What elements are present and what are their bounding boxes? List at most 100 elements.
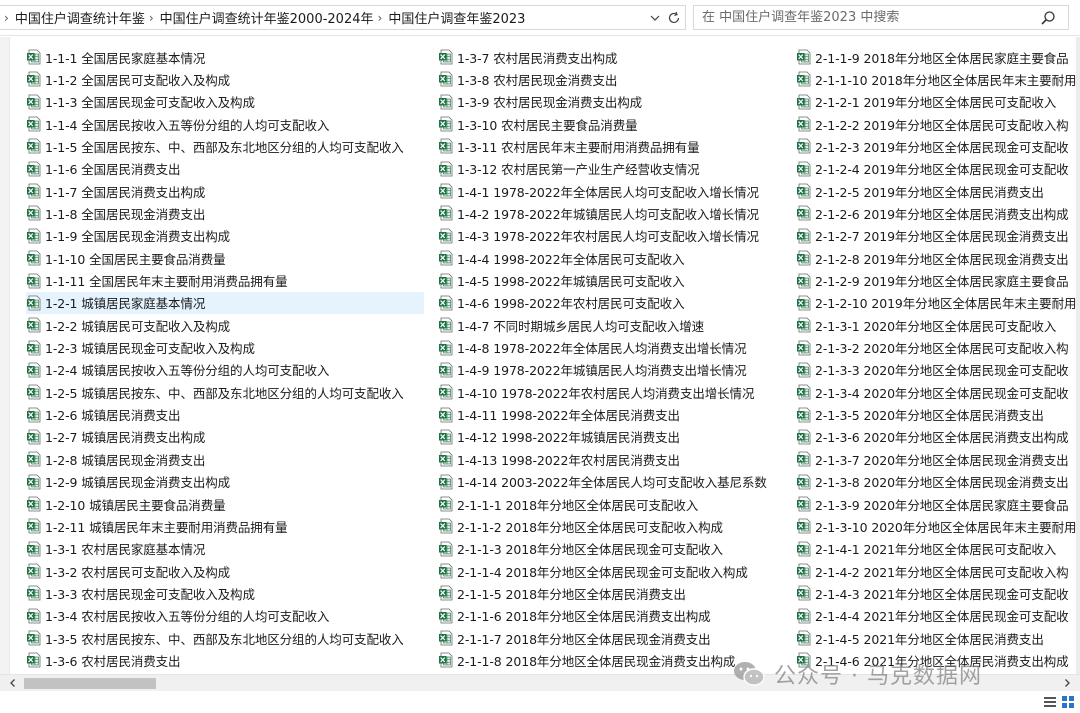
file-item[interactable]: 2-1-3-1 2020年分地区全体居民可支配收入 (796, 314, 1056, 336)
refresh-icon[interactable] (665, 9, 683, 27)
file-item[interactable]: 2-1-2-7 2019年分地区全体居民现金消费支出 (796, 225, 1069, 247)
file-item[interactable]: 1-1-1 全国居民家庭基本情况 (26, 46, 205, 68)
file-item[interactable]: 2-1-4-2 2021年分地区全体居民可支配收入构 (796, 560, 1069, 582)
address-bar[interactable]: › 中国住户调查统计年鉴 › 中国住户调查统计年鉴2000-2024年 › 中国… (0, 5, 686, 30)
file-item[interactable]: 1-2-10 城镇居民主要食品消费量 (26, 493, 226, 515)
file-item[interactable]: 2-1-3-5 2020年分地区全体居民消费支出 (796, 404, 1044, 426)
file-name: 1-3-6 农村居民消费支出 (45, 653, 181, 669)
file-item[interactable]: 1-1-4 全国居民按收入五等份分组的人均可支配收入 (26, 113, 329, 135)
file-item[interactable]: 1-4-3 1978-2022年农村居民人均可支配收入增长情况 (438, 225, 759, 247)
file-item[interactable]: 2-1-3-9 2020年分地区全体居民家庭主要食品 (796, 493, 1069, 515)
file-item[interactable]: 2-1-2-8 2019年分地区全体居民现金消费支出 (796, 247, 1069, 269)
breadcrumb-item-collection[interactable]: 中国住户调查统计年鉴2000-2024年 (160, 8, 374, 27)
file-item[interactable]: 1-4-1 1978-2022年全体居民人均可支配收入增长情况 (438, 180, 759, 202)
file-item[interactable]: 1-1-6 全国居民消费支出 (26, 158, 181, 180)
file-item[interactable]: 1-4-6 1998-2022年农村居民可支配收入 (438, 292, 685, 314)
breadcrumb-item-current[interactable]: 中国住户调查年鉴2023 (388, 8, 525, 27)
file-item[interactable]: 2-1-1-2 2018年分地区全体居民可支配收入构成 (438, 515, 723, 537)
file-item[interactable]: 1-2-7 城镇居民消费支出构成 (26, 426, 205, 448)
scroll-left-icon[interactable] (6, 676, 20, 690)
file-item[interactable]: 1-1-2 全国居民可支配收入及构成 (26, 68, 230, 90)
details-view-icon[interactable] (1042, 694, 1058, 710)
file-item[interactable]: 1-4-14 2003-2022年全体居民人均可支配收入基尼系数 (438, 471, 767, 493)
file-item[interactable]: 2-1-3-6 2020年分地区全体居民消费支出构成 (796, 426, 1069, 448)
file-item[interactable]: 2-1-4-5 2021年分地区全体居民消费支出 (796, 627, 1044, 649)
file-item[interactable]: 2-1-3-7 2020年分地区全体居民现金消费支出 (796, 448, 1069, 470)
file-item[interactable]: 1-4-13 1998-2022年农村居民消费支出 (438, 448, 680, 470)
file-item[interactable]: 1-2-1 城镇居民家庭基本情况 (26, 291, 424, 314)
file-item[interactable]: 1-4-10 1978-2022年农村居民人均消费支出增长情况 (438, 381, 754, 403)
chevron-down-icon[interactable] (647, 9, 663, 27)
file-item[interactable]: 2-1-2-9 2019年分地区全体居民家庭主要食品 (796, 270, 1069, 292)
file-item[interactable]: 1-3-1 农村居民家庭基本情况 (26, 538, 205, 560)
file-item[interactable]: 1-3-10 农村居民主要食品消费量 (438, 113, 638, 135)
file-item[interactable]: 2-1-1-5 2018年分地区全体居民消费支出 (438, 582, 686, 604)
file-item[interactable]: 1-3-11 农村居民年末主要耐用消费品拥有量 (438, 135, 700, 157)
file-item[interactable]: 1-2-9 城镇居民现金消费支出构成 (26, 471, 230, 493)
file-item[interactable]: 2-1-4-1 2021年分地区全体居民可支配收入 (796, 538, 1056, 560)
file-item[interactable]: 1-2-5 城镇居民按东、中、西部及东北地区分组的人均可支配收入 (26, 381, 404, 403)
file-item[interactable]: 2-1-1-7 2018年分地区全体居民现金消费支出 (438, 627, 711, 649)
file-item[interactable]: 1-3-3 农村居民现金可支配收入及构成 (26, 582, 255, 604)
search-icon[interactable] (1040, 10, 1056, 26)
file-item[interactable]: 2-1-3-8 2020年分地区全体居民现金消费支出 (796, 471, 1069, 493)
file-item[interactable]: 2-1-1-10 2018年分地区全体居民年末主要耐用 (796, 68, 1076, 90)
file-item[interactable]: 2-1-4-4 2021年分地区全体居民现金可支配收 (796, 605, 1069, 627)
file-item[interactable]: 1-1-8 全国居民现金消费支出 (26, 202, 205, 224)
file-item[interactable]: 1-3-9 农村居民现金消费支出构成 (438, 91, 642, 113)
file-item[interactable]: 2-1-2-2 2019年分地区全体居民可支配收入构 (796, 113, 1069, 135)
file-item[interactable]: 2-1-3-3 2020年分地区全体居民现金可支配收 (796, 359, 1069, 381)
file-item[interactable]: 2-1-1-6 2018年分地区全体居民消费支出构成 (438, 605, 711, 627)
file-item[interactable]: 1-1-5 全国居民按东、中、西部及东北地区分组的人均可支配收入 (26, 135, 404, 157)
file-item[interactable]: 1-4-8 1978-2022年全体居民人均消费支出增长情况 (438, 337, 747, 359)
file-item[interactable]: 2-1-4-3 2021年分地区全体居民现金可支配收 (796, 582, 1069, 604)
file-item[interactable]: 1-1-7 全国居民消费支出构成 (26, 180, 205, 202)
file-item[interactable]: 1-4-5 1998-2022年城镇居民可支配收入 (438, 270, 685, 292)
spreadsheet-file-icon (26, 362, 42, 378)
file-item[interactable]: 1-1-11 全国居民年末主要耐用消费品拥有量 (26, 270, 288, 292)
file-item[interactable]: 1-4-9 1978-2022年城镇居民人均消费支出增长情况 (438, 359, 747, 381)
file-item[interactable]: 1-4-4 1998-2022年全体居民可支配收入 (438, 247, 685, 269)
large-icons-view-icon[interactable] (1060, 694, 1076, 710)
file-item[interactable]: 1-3-12 农村居民第一产业生产经营收支情况 (438, 158, 700, 180)
search-input[interactable] (702, 10, 1022, 25)
file-item[interactable]: 2-1-2-1 2019年分地区全体居民可支配收入 (796, 91, 1056, 113)
file-item[interactable]: 1-3-8 农村居民现金消费支出 (438, 68, 617, 90)
file-item[interactable]: 2-1-1-8 2018年分地区全体居民现金消费支出构成 (438, 649, 735, 671)
file-item[interactable]: 1-2-2 城镇居民可支配收入及构成 (26, 314, 230, 336)
file-item[interactable]: 1-4-11 1998-2022年全体居民消费支出 (438, 404, 680, 426)
file-item[interactable]: 1-2-3 城镇居民现金可支配收入及构成 (26, 337, 255, 359)
file-item[interactable]: 1-4-2 1978-2022年城镇居民人均可支配收入增长情况 (438, 202, 759, 224)
file-item[interactable]: 1-3-2 农村居民可支配收入及构成 (26, 560, 230, 582)
file-item[interactable]: 2-1-1-9 2018年分地区全体居民家庭主要食品 (796, 46, 1069, 68)
file-item[interactable]: 1-2-8 城镇居民现金消费支出 (26, 448, 205, 470)
file-item[interactable]: 1-3-7 农村居民消费支出构成 (438, 46, 617, 68)
file-item[interactable]: 1-3-6 农村居民消费支出 (26, 649, 181, 671)
scroll-right-icon[interactable] (1060, 676, 1074, 690)
file-item[interactable]: 2-1-2-5 2019年分地区全体居民消费支出 (796, 180, 1044, 202)
file-item[interactable]: 2-1-1-4 2018年分地区全体居民现金可支配收入构成 (438, 560, 748, 582)
file-item[interactable]: 1-4-7 不同时期城乡居民人均可支配收入增速 (438, 314, 704, 336)
file-item[interactable]: 1-3-4 农村居民按收入五等份分组的人均可支配收入 (26, 605, 329, 627)
file-item[interactable]: 1-3-5 农村居民按东、中、西部及东北地区分组的人均可支配收入 (26, 627, 404, 649)
file-item[interactable]: 2-1-2-6 2019年分地区全体居民消费支出构成 (796, 202, 1069, 224)
search-box[interactable] (693, 5, 1069, 30)
file-item[interactable]: 1-1-10 全国居民主要食品消费量 (26, 247, 226, 269)
scrollbar-thumb[interactable] (24, 678, 156, 689)
file-item[interactable]: 2-1-1-3 2018年分地区全体居民现金可支配收入 (438, 538, 723, 560)
file-item[interactable]: 2-1-1-1 2018年分地区全体居民可支配收入 (438, 493, 698, 515)
file-item[interactable]: 1-1-3 全国居民现金可支配收入及构成 (26, 91, 255, 113)
file-item[interactable]: 2-1-3-10 2020年分地区全体居民年末主要耐用 (796, 515, 1076, 537)
file-item[interactable]: 1-4-12 1998-2022年城镇居民消费支出 (438, 426, 680, 448)
file-item[interactable]: 1-1-9 全国居民现金消费支出构成 (26, 225, 230, 247)
file-item[interactable]: 1-2-11 城镇居民年末主要耐用消费品拥有量 (26, 515, 288, 537)
file-item[interactable]: 2-1-2-10 2019年分地区全体居民年末主要耐用 (796, 292, 1076, 314)
file-item[interactable]: 2-1-3-2 2020年分地区全体居民可支配收入构 (796, 337, 1069, 359)
file-item[interactable]: 1-2-4 城镇居民按收入五等份分组的人均可支配收入 (26, 359, 329, 381)
file-item[interactable]: 1-2-6 城镇居民消费支出 (26, 404, 181, 426)
file-item[interactable]: 2-1-2-4 2019年分地区全体居民现金可支配收 (796, 158, 1069, 180)
file-item[interactable]: 2-1-3-4 2020年分地区全体居民现金可支配收 (796, 381, 1069, 403)
file-item[interactable]: 2-1-2-3 2019年分地区全体居民现金可支配收 (796, 135, 1069, 157)
file-name: 2-1-2-8 2019年分地区全体居民现金消费支出 (815, 251, 1069, 267)
breadcrumb-item-root[interactable]: 中国住户调查统计年鉴 (15, 8, 145, 27)
